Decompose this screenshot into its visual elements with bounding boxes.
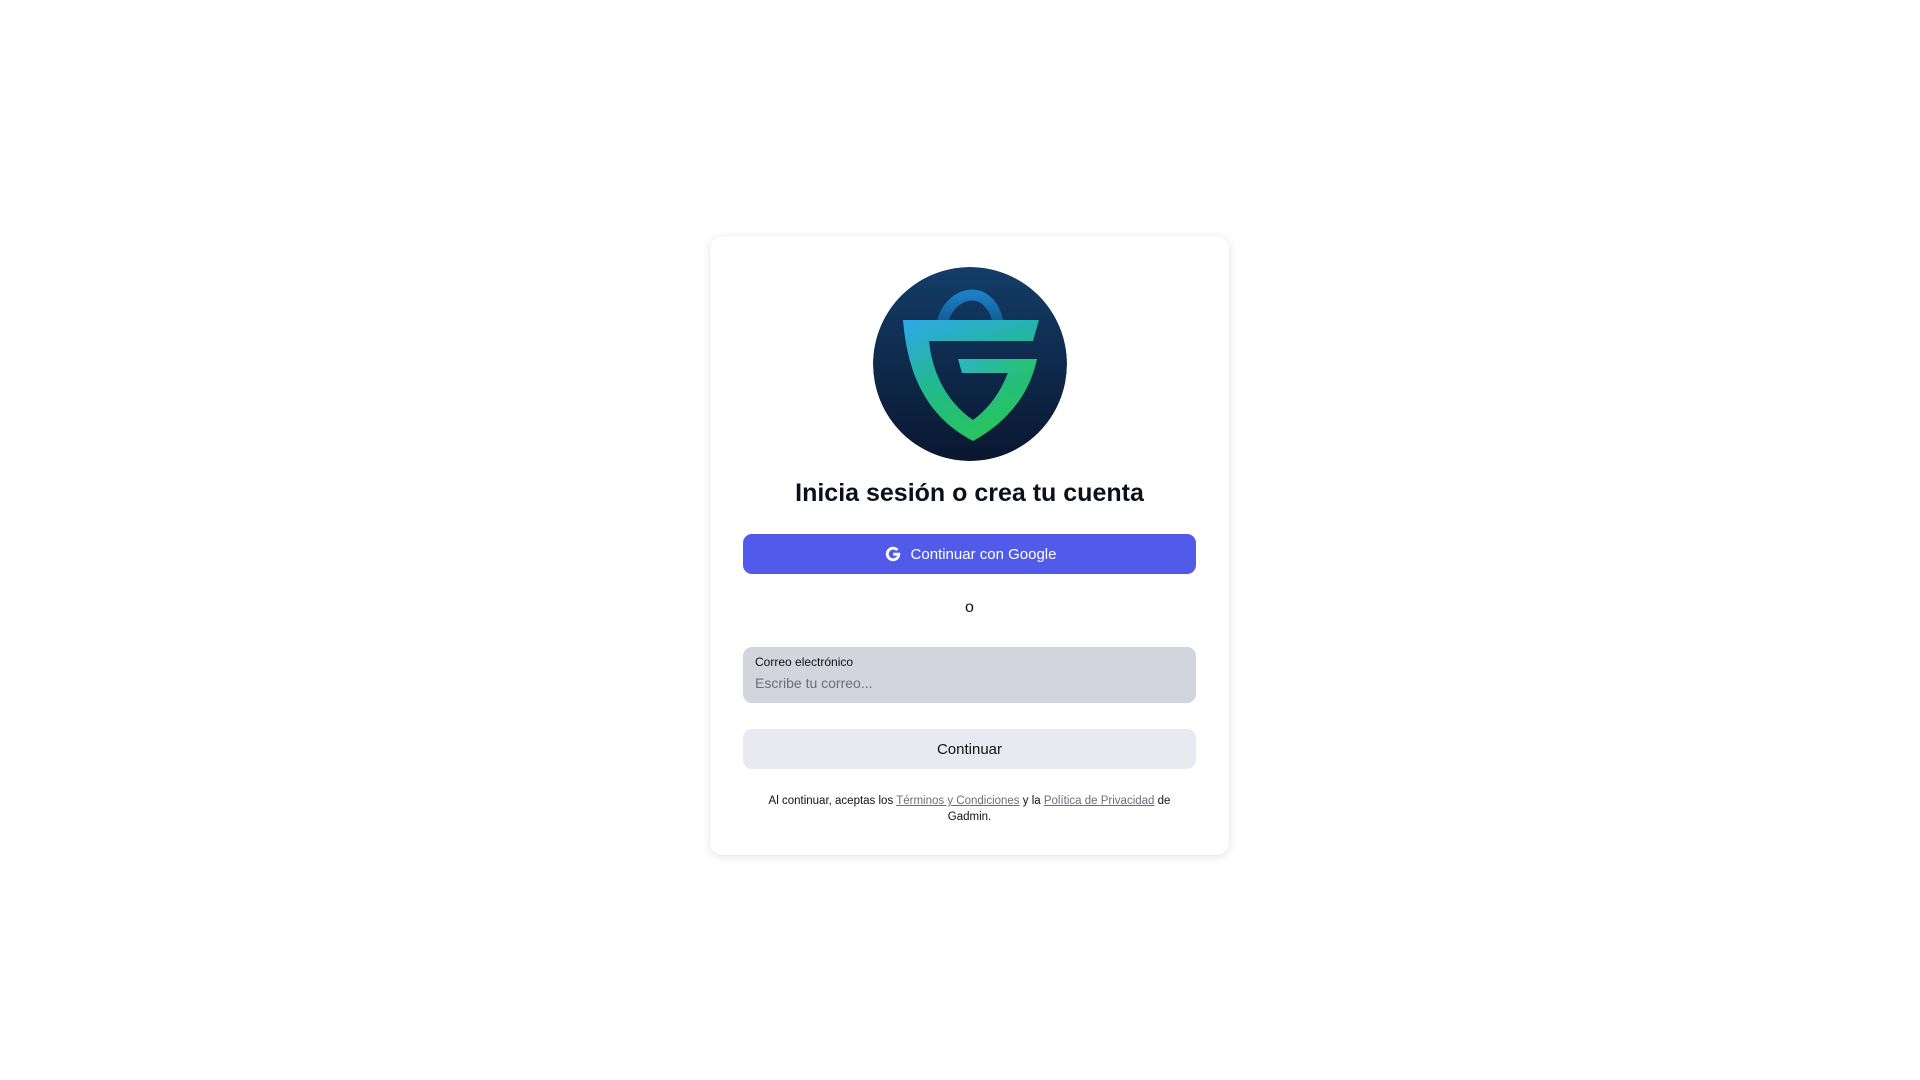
- logo-graphic: [873, 267, 1067, 461]
- email-input[interactable]: [755, 674, 1184, 692]
- legal-prefix: Al continuar, aceptas los: [768, 795, 897, 807]
- login-card: Inicia sesión o crea tu cuenta Continuar…: [710, 236, 1229, 855]
- legal-notice: Al continuar, aceptas los Términos y Con…: [750, 793, 1189, 825]
- google-button-label: Continuar con Google: [910, 545, 1057, 563]
- continue-button[interactable]: Continuar: [743, 729, 1196, 769]
- google-icon: [883, 544, 903, 564]
- gadmin-logo: [873, 267, 1067, 461]
- email-label: Correo electrónico: [755, 655, 854, 669]
- terms-link[interactable]: Términos y Condiciones: [896, 795, 1019, 807]
- email-field[interactable]: Correo electrónico: [743, 647, 1196, 703]
- legal-middle: y la: [1019, 795, 1044, 807]
- continue-with-google-button[interactable]: Continuar con Google: [743, 534, 1196, 574]
- page-title: Inicia sesión o crea tu cuenta: [795, 479, 1144, 507]
- privacy-link[interactable]: Política de Privacidad: [1044, 795, 1155, 807]
- or-separator: o: [965, 599, 974, 616]
